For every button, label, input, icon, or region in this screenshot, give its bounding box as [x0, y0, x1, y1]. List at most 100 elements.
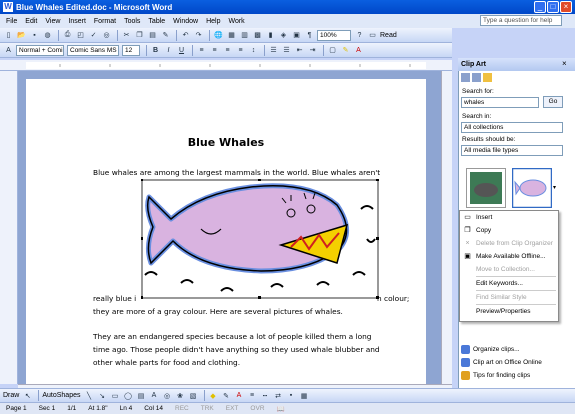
menu-window[interactable]: Window — [173, 18, 198, 25]
wordart-icon[interactable]: A — [149, 390, 160, 401]
insert-table-icon[interactable]: ▥ — [239, 30, 250, 41]
align-center-icon[interactable]: ≡ — [209, 45, 220, 56]
font-select[interactable]: Comic Sans MS — [67, 44, 119, 56]
menu-work[interactable]: Work — [228, 18, 244, 25]
bold-icon[interactable]: B — [150, 45, 161, 56]
rectangle-icon[interactable]: ▭ — [110, 390, 121, 401]
open-icon[interactable]: 📂 — [16, 30, 27, 41]
paste-icon[interactable]: ▤ — [147, 30, 158, 41]
vertical-ruler[interactable] — [0, 71, 18, 384]
go-button[interactable]: Go — [543, 96, 563, 108]
help-icon[interactable]: ? — [354, 30, 365, 41]
increase-indent-icon[interactable]: ⇥ — [307, 45, 318, 56]
arrow-style-icon[interactable]: ⇄ — [273, 390, 284, 401]
paragraph-line[interactable]: they are more of a gray colour. Here are… — [93, 305, 343, 318]
oval-icon[interactable]: ◯ — [123, 390, 134, 401]
clipart-thumbnail-whale-seal[interactable] — [466, 168, 506, 208]
paragraph-line[interactable]: other whale parts for food and clothing. — [93, 356, 240, 369]
save-icon[interactable]: ▪ — [29, 30, 40, 41]
style-select[interactable]: Normal + Comi — [16, 44, 64, 56]
paragraph-line[interactable]: Blue whales are among the largest mammal… — [93, 166, 380, 179]
styles-icon[interactable]: A — [3, 45, 14, 56]
new-document-icon[interactable]: ▯ — [3, 30, 14, 41]
whale-clipart-image[interactable] — [141, 179, 381, 301]
diagram-icon[interactable]: ◎ — [162, 390, 173, 401]
clip-art-online-link[interactable]: Clip art on Office Online — [461, 356, 542, 369]
3d-icon[interactable]: ▦ — [299, 390, 310, 401]
align-right-icon[interactable]: ≡ — [222, 45, 233, 56]
document-title[interactable]: Blue Whales — [26, 136, 426, 149]
justify-icon[interactable]: ≡ — [235, 45, 246, 56]
line-style-icon[interactable]: ≡ — [247, 390, 258, 401]
menu-tools[interactable]: Tools — [124, 18, 140, 25]
format-painter-icon[interactable]: ✎ — [160, 30, 171, 41]
read-button[interactable]: Read — [380, 32, 397, 39]
paragraph-line[interactable]: really blue i — [93, 292, 136, 305]
menu-edit[interactable]: Edit — [25, 18, 37, 25]
outside-border-icon[interactable]: ▢ — [327, 45, 338, 56]
home-icon[interactable] — [483, 73, 492, 82]
search-in-select[interactable]: All collections — [461, 122, 563, 133]
menu-item-copy[interactable]: ❐ Copy — [460, 224, 558, 237]
print-preview-icon[interactable]: ◰ — [75, 30, 86, 41]
align-left-icon[interactable]: ≡ — [196, 45, 207, 56]
forward-icon[interactable] — [472, 73, 481, 82]
status-trk[interactable]: TRK — [195, 405, 220, 412]
status-rec[interactable]: REC — [169, 405, 195, 412]
insert-clipart-icon[interactable]: ❀ — [175, 390, 186, 401]
thumbnail-dropdown-icon[interactable]: ▾ — [553, 184, 556, 191]
close-button[interactable]: × — [560, 1, 572, 13]
help-search-input[interactable]: Type a question for help — [480, 15, 562, 26]
select-objects-icon[interactable]: ↖ — [22, 390, 33, 401]
menu-insert[interactable]: Insert — [68, 18, 86, 25]
menu-help[interactable]: Help — [206, 18, 220, 25]
copy-icon[interactable]: ❐ — [134, 30, 145, 41]
paragraph-line[interactable]: They are an endangered species because a… — [93, 330, 372, 343]
document-page[interactable]: Blue Whales Blue whales are among the la… — [26, 79, 426, 399]
line-color-icon[interactable]: ✎ — [221, 390, 232, 401]
minimize-button[interactable]: _ — [534, 1, 546, 13]
fill-color-icon[interactable]: ◆ — [208, 390, 219, 401]
highlight-icon[interactable]: ✎ — [340, 45, 351, 56]
italic-icon[interactable]: I — [163, 45, 174, 56]
numbering-icon[interactable]: ☰ — [268, 45, 279, 56]
menu-file[interactable]: File — [6, 18, 17, 25]
menu-format[interactable]: Format — [94, 18, 116, 25]
horizontal-ruler[interactable] — [0, 60, 452, 71]
undo-icon[interactable]: ↶ — [180, 30, 191, 41]
font-size-select[interactable]: 12 — [122, 44, 140, 56]
redo-icon[interactable]: ↷ — [193, 30, 204, 41]
status-ext[interactable]: EXT — [220, 405, 245, 412]
results-select[interactable]: All media file types — [461, 145, 563, 156]
line-spacing-icon[interactable]: ↕ — [248, 45, 259, 56]
line-icon[interactable]: ╲ — [84, 390, 95, 401]
vertical-scrollbar[interactable] — [441, 71, 452, 384]
menu-item-insert[interactable]: ▭ Insert — [460, 211, 558, 224]
font-color-icon[interactable]: A — [234, 390, 245, 401]
print-icon[interactable]: ⎙ — [62, 30, 73, 41]
menu-view[interactable]: View — [45, 18, 60, 25]
decrease-indent-icon[interactable]: ⇤ — [294, 45, 305, 56]
dash-style-icon[interactable]: ┅ — [260, 390, 271, 401]
maximize-button[interactable]: □ — [547, 1, 559, 13]
bullets-icon[interactable]: ☰ — [281, 45, 292, 56]
tips-link[interactable]: Tips for finding clips — [461, 369, 542, 382]
columns-icon[interactable]: ▮ — [265, 30, 276, 41]
spelling-icon[interactable]: ✓ — [88, 30, 99, 41]
menu-item-preview[interactable]: Preview/Properties — [460, 305, 558, 318]
permission-icon[interactable]: ◍ — [42, 30, 53, 41]
shadow-icon[interactable]: ▪ — [286, 390, 297, 401]
read-icon[interactable]: ▭ — [367, 30, 378, 41]
font-color-icon[interactable]: A — [353, 45, 364, 56]
show-hide-icon[interactable]: ¶ — [304, 30, 315, 41]
paragraph-line[interactable]: n colour; — [377, 292, 409, 305]
spelling-status-icon[interactable]: 📖 — [271, 405, 291, 413]
arrow-icon[interactable]: ↘ — [97, 390, 108, 401]
autoshapes-menu[interactable]: AutoShapes — [42, 392, 80, 399]
menu-table[interactable]: Table — [148, 18, 165, 25]
insert-picture-icon[interactable]: ▧ — [188, 390, 199, 401]
hyperlink-icon[interactable]: 🌐 — [213, 30, 224, 41]
research-icon[interactable]: ◎ — [101, 30, 112, 41]
menu-item-edit-keywords[interactable]: Edit Keywords... — [460, 277, 558, 290]
paragraph-line[interactable]: time ago. Those people didn't have anyth… — [93, 343, 380, 356]
